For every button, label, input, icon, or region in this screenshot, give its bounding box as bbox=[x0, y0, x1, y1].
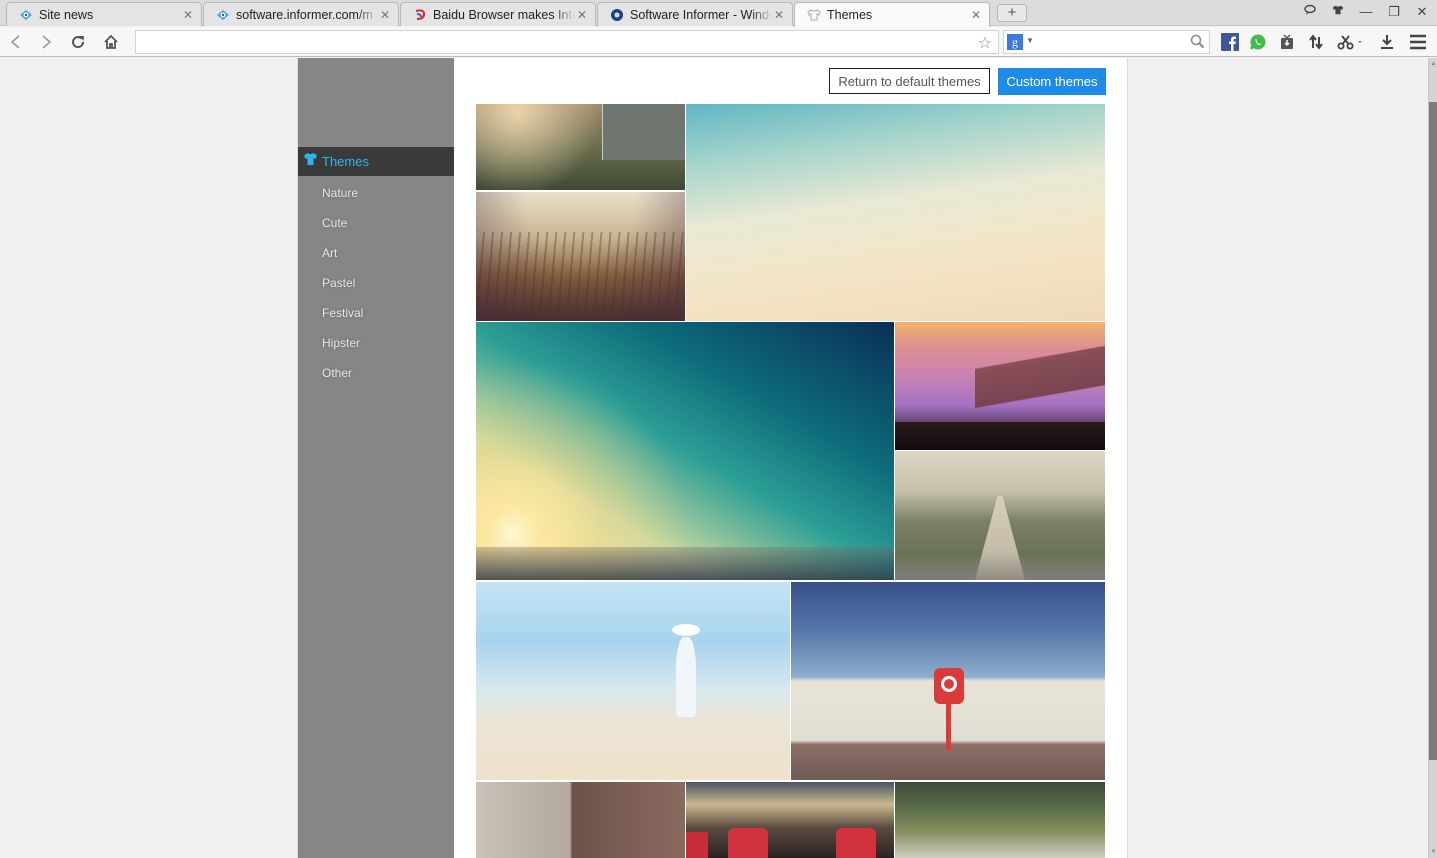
themes-sidebar: Themes Nature Cute Art Pastel Festival H… bbox=[297, 58, 454, 858]
theme-tile-beach-shore[interactable] bbox=[686, 104, 1105, 321]
reload-button[interactable] bbox=[67, 31, 89, 53]
software-informer-icon bbox=[610, 8, 624, 22]
theme-tile-city-street-hill[interactable] bbox=[895, 451, 1105, 580]
forward-button[interactable] bbox=[35, 31, 57, 53]
tab-themes[interactable]: Themes ✕ bbox=[794, 2, 990, 27]
informer-eye-icon bbox=[216, 8, 230, 22]
tshirt-icon bbox=[303, 152, 318, 171]
scroll-down-arrow-icon[interactable]: ▼ bbox=[1429, 848, 1437, 856]
tab-title: Site news bbox=[39, 7, 94, 22]
close-icon[interactable]: ✕ bbox=[181, 8, 195, 22]
address-bar[interactable]: ☆ bbox=[135, 30, 999, 54]
informer-eye-icon bbox=[19, 8, 33, 22]
tshirt-icon bbox=[807, 8, 821, 22]
sidebar-item-nature[interactable]: Nature bbox=[322, 186, 358, 200]
sidebar-item-festival[interactable]: Festival bbox=[322, 306, 363, 320]
reload-icon bbox=[72, 36, 85, 49]
scissors-icon[interactable] bbox=[1335, 32, 1365, 52]
tab-software-informer-windows[interactable]: Software Informer - Windo ✕ bbox=[597, 2, 793, 26]
home-icon bbox=[104, 34, 118, 49]
vertical-scrollbar[interactable]: ▲ ▼ bbox=[1428, 58, 1437, 858]
download-icon[interactable] bbox=[1377, 32, 1397, 52]
tab-title: Themes bbox=[827, 8, 873, 22]
search-icon[interactable] bbox=[1190, 34, 1205, 54]
theme-tile-teal-sunset-sky[interactable] bbox=[476, 322, 894, 580]
tab-title: Software Informer - Windo bbox=[630, 7, 772, 22]
menu-icon[interactable] bbox=[1408, 32, 1428, 52]
search-input[interactable] bbox=[1038, 32, 1188, 52]
tv-download-icon[interactable] bbox=[1277, 32, 1297, 52]
themes-content: Return to default themes Custom themes bbox=[454, 58, 1128, 858]
address-input[interactable] bbox=[136, 31, 966, 53]
theme-tile-lifebuoy-wall[interactable] bbox=[791, 582, 1105, 780]
theme-tile-misty-meadow[interactable] bbox=[476, 104, 685, 190]
return-to-default-themes-button[interactable]: Return to default themes bbox=[829, 68, 990, 94]
page-area: Themes Nature Cute Art Pastel Festival H… bbox=[0, 58, 1427, 858]
scrollbar-thumb[interactable] bbox=[1429, 102, 1437, 760]
theme-tile-wheat-field[interactable] bbox=[476, 192, 685, 321]
tab-software-informer-url[interactable]: software.informer.com/m ✕ bbox=[203, 2, 399, 26]
sidebar-header-label: Themes bbox=[322, 154, 369, 169]
forward-icon bbox=[42, 35, 52, 49]
theme-tile-bar-red-chairs[interactable] bbox=[686, 782, 894, 858]
tab-site-news[interactable]: Site news ✕ bbox=[6, 2, 202, 26]
search-box[interactable]: g ▼ bbox=[1003, 30, 1210, 54]
sidebar-item-pastel[interactable]: Pastel bbox=[322, 276, 355, 290]
sidebar-item-other[interactable]: Other bbox=[322, 366, 352, 380]
tab-baidu-browser[interactable]: Baidu Browser makes Inter ✕ bbox=[400, 2, 596, 26]
bookmark-star-icon[interactable]: ☆ bbox=[978, 33, 992, 53]
close-window-button[interactable]: ✕ bbox=[1410, 3, 1434, 21]
facebook-icon[interactable] bbox=[1220, 32, 1240, 52]
whatsapp-icon[interactable] bbox=[1248, 32, 1268, 52]
skin-tshirt-icon[interactable] bbox=[1326, 3, 1350, 21]
google-engine-icon[interactable]: g bbox=[1007, 34, 1023, 50]
tab-strip: Site news ✕ software.informer.com/m ✕ Ba… bbox=[0, 0, 1437, 27]
close-icon[interactable]: ✕ bbox=[378, 8, 392, 22]
sidebar-item-hipster[interactable]: Hipster bbox=[322, 336, 360, 350]
theme-tile-girl-on-beach[interactable] bbox=[476, 582, 790, 780]
custom-themes-button[interactable]: Custom themes bbox=[998, 68, 1106, 95]
tab-title: software.informer.com/m bbox=[236, 7, 373, 22]
tab-title: Baidu Browser makes Inter bbox=[433, 7, 575, 22]
sidebar-item-cute[interactable]: Cute bbox=[322, 216, 347, 230]
close-icon[interactable]: ✕ bbox=[772, 8, 786, 22]
baidu-browser-icon bbox=[413, 8, 427, 22]
sidebar-item-art[interactable]: Art bbox=[322, 246, 337, 260]
theme-tile-inverted-forest[interactable] bbox=[895, 782, 1105, 858]
feedback-icon[interactable] bbox=[1298, 3, 1322, 21]
home-button[interactable] bbox=[100, 31, 122, 53]
toolbar: ☆ g ▼ bbox=[0, 27, 1437, 57]
close-icon[interactable]: ✕ bbox=[969, 8, 983, 22]
close-icon[interactable]: ✕ bbox=[575, 8, 589, 22]
scroll-up-arrow-icon[interactable]: ▲ bbox=[1429, 60, 1437, 68]
back-icon bbox=[10, 35, 20, 49]
new-tab-button[interactable]: + bbox=[997, 4, 1027, 22]
theme-tile-purple-mountain-clouds[interactable] bbox=[895, 322, 1105, 450]
sidebar-header-themes[interactable]: Themes bbox=[298, 147, 454, 176]
sync-arrows-icon[interactable] bbox=[1306, 32, 1326, 52]
minimize-button[interactable]: — bbox=[1354, 3, 1378, 21]
theme-tile-old-building-bicycle[interactable] bbox=[476, 782, 685, 858]
engine-dropdown-caret-icon[interactable]: ▼ bbox=[1026, 36, 1034, 45]
restore-button[interactable]: ❐ bbox=[1382, 3, 1406, 21]
back-button[interactable] bbox=[5, 31, 27, 53]
